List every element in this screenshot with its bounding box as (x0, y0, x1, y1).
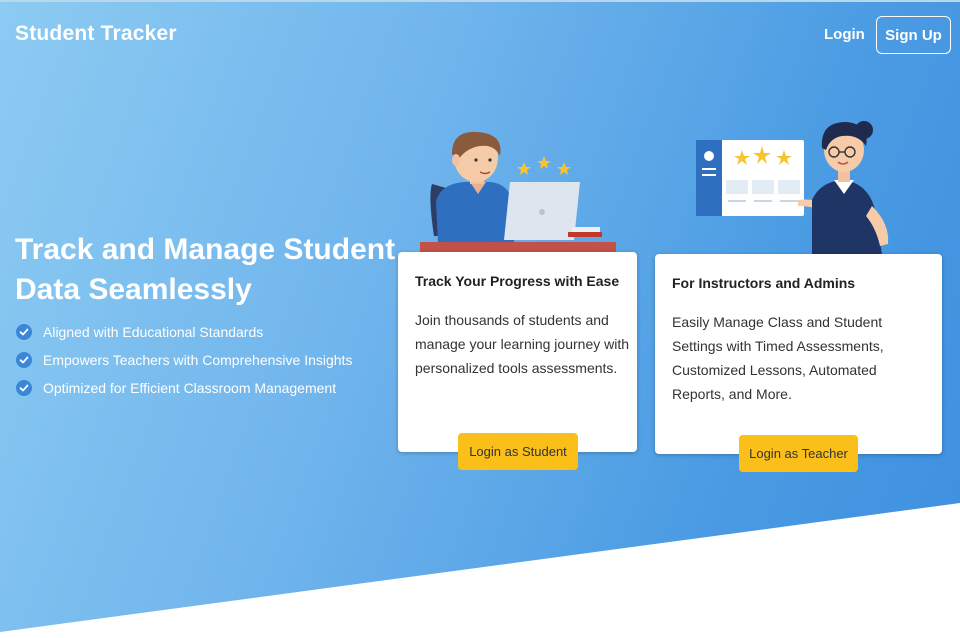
check-icon (16, 324, 32, 340)
check-icon (16, 352, 32, 368)
feature-item: Optimized for Efficient Classroom Manage… (16, 374, 352, 402)
feature-text: Optimized for Efficient Classroom Manage… (43, 380, 337, 396)
teacher-card-description: Easily Manage Class and Student Settings… (672, 314, 884, 402)
student-card-title: Track Your Progress with Ease (415, 273, 620, 289)
student-card: Track Your Progress with Ease Join thous… (398, 252, 637, 452)
feature-text: Aligned with Educational Standards (43, 324, 264, 340)
check-icon (16, 380, 32, 396)
student-card-description: Join thousands of students and manage yo… (415, 312, 630, 376)
feature-list: Aligned with Educational Standards Empow… (16, 318, 352, 402)
feature-item: Empowers Teachers with Comprehensive Ins… (16, 346, 352, 374)
top-divider (0, 0, 960, 2)
teacher-board-illustration (696, 121, 889, 254)
teacher-card: For Instructors and Admins Easily Manage… (655, 254, 942, 454)
login-as-student-button[interactable]: Login as Student (458, 433, 578, 470)
hero-headline: Track and Manage Student Data Seamlessly (15, 233, 396, 306)
feature-text: Empowers Teachers with Comprehensive Ins… (43, 352, 353, 368)
brand-logo-text[interactable]: Student Tracker (15, 22, 177, 46)
feature-item: Aligned with Educational Standards (16, 318, 352, 346)
student-laptop-illustration (420, 131, 616, 252)
nav-login-link[interactable]: Login (824, 26, 865, 43)
nav-signup-button[interactable]: Sign Up (876, 16, 951, 54)
teacher-card-title: For Instructors and Admins (672, 275, 856, 291)
login-as-teacher-button[interactable]: Login as Teacher (739, 435, 858, 472)
